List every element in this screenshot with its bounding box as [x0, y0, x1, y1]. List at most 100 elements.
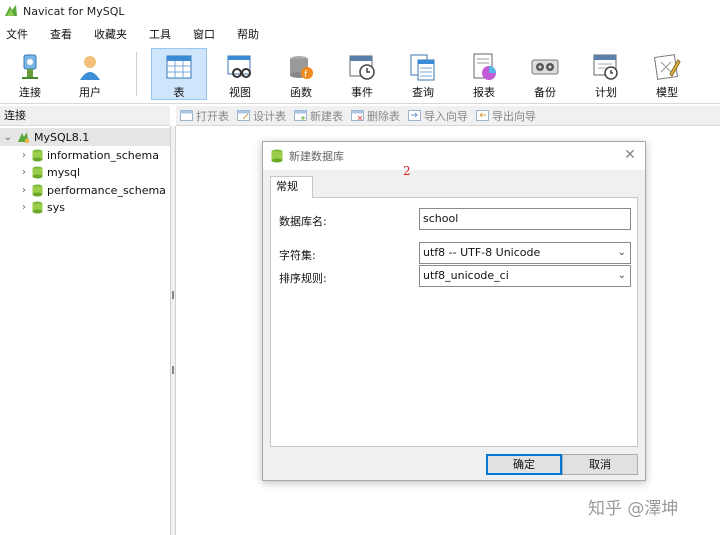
tree-connection-mysql81[interactable]: ⌄ MySQL8.1 — [0, 128, 170, 146]
new-table-icon — [294, 110, 307, 121]
schedule-button[interactable]: 计划 — [578, 48, 634, 100]
collation-select[interactable]: utf8_unicode_ci ⌄ — [419, 265, 631, 287]
delete-table-icon — [351, 110, 364, 121]
event-button[interactable]: 事件 — [334, 48, 390, 100]
db-name-label: 数据库名: — [279, 215, 327, 228]
title-bar: Navicat for MySQL — [0, 0, 720, 22]
chevron-right-icon[interactable]: › — [18, 202, 30, 213]
new-database-dialog: 新建数据库 2 ✕ 常规 数据库名: school 字符集: utf8 -- U… — [262, 141, 646, 481]
tree-db-label: information_schema — [47, 148, 159, 162]
report-label: 报表 — [473, 86, 495, 99]
tree-db-performance-schema[interactable]: › performance_schema — [18, 181, 170, 199]
query-label: 查询 — [412, 86, 434, 99]
menu-window[interactable]: 窗口 — [187, 26, 221, 42]
database-icon — [271, 149, 283, 163]
backup-button[interactable]: 备份 — [517, 48, 573, 100]
cancel-button[interactable]: 取消 — [562, 454, 638, 475]
toolbar-separator — [136, 52, 137, 96]
dialog-title: 新建数据库 — [289, 150, 344, 163]
menu-bar: 文件 查看 收藏夹 工具 窗口 帮助 — [0, 24, 720, 44]
database-icon — [32, 184, 43, 196]
schedule-icon — [590, 51, 622, 82]
backup-icon — [529, 51, 561, 82]
model-icon — [651, 51, 683, 82]
import-wizard-button[interactable]: 导入向导 — [408, 108, 468, 124]
export-wizard-label: 导出向导 — [492, 109, 536, 123]
charset-select[interactable]: utf8 -- UTF-8 Unicode ⌄ — [419, 242, 631, 264]
design-table-button[interactable]: 设计表 — [237, 108, 286, 124]
menu-favorites[interactable]: 收藏夹 — [88, 26, 133, 42]
model-button[interactable]: 模型 — [639, 48, 695, 100]
charset-value: utf8 -- UTF-8 Unicode — [423, 246, 541, 259]
collation-value: utf8_unicode_ci — [423, 269, 509, 282]
import-wizard-label: 导入向导 — [424, 109, 468, 123]
chevron-right-icon[interactable]: › — [18, 185, 30, 196]
schedule-label: 计划 — [595, 86, 617, 99]
menu-file[interactable]: 文件 — [0, 26, 34, 42]
splitter-grip-icon — [172, 291, 174, 299]
connect-label: 连接 — [19, 86, 41, 99]
export-wizard-button[interactable]: 导出向导 — [476, 108, 536, 124]
tree-connection-label: MySQL8.1 — [34, 130, 90, 144]
function-button[interactable]: f 函数 — [273, 48, 329, 100]
window-title: Navicat for MySQL — [23, 4, 125, 18]
user-button[interactable]: 用户 — [62, 48, 118, 100]
collation-label: 排序规则: — [279, 272, 327, 285]
object-toolbar: 打开表 设计表 新建表 删除表 导入向导 导出向导 — [176, 106, 720, 126]
chevron-right-icon[interactable]: › — [18, 150, 30, 161]
splitter-grip-icon — [172, 366, 174, 374]
menu-view[interactable]: 查看 — [44, 26, 78, 42]
tab-general[interactable]: 常规 — [270, 176, 313, 198]
report-icon — [468, 51, 500, 82]
delete-table-button[interactable]: 删除表 — [351, 108, 400, 124]
main-toolbar: 连接 用户 表 视图 f 函数 事件 查询 报表 备份 计划 模型 — [0, 46, 720, 104]
charset-label: 字符集: — [279, 249, 316, 262]
chevron-right-icon[interactable]: › — [18, 167, 30, 178]
chevron-down-icon[interactable]: ⌄ — [2, 132, 14, 143]
tree-db-sys[interactable]: › sys — [18, 198, 170, 216]
delete-table-label: 删除表 — [367, 109, 400, 123]
function-icon: f — [285, 51, 317, 82]
database-icon — [32, 149, 43, 161]
new-table-button[interactable]: 新建表 — [294, 108, 343, 124]
user-label: 用户 — [79, 86, 101, 99]
chevron-down-icon: ⌄ — [617, 270, 626, 281]
design-table-icon — [237, 110, 250, 121]
connect-icon — [14, 51, 46, 82]
navicat-logo-icon — [5, 5, 17, 16]
close-icon[interactable]: ✕ — [623, 148, 637, 162]
connection-tree: ⌄ MySQL8.1 › information_schema › mysql … — [0, 126, 170, 535]
model-label: 模型 — [656, 86, 678, 99]
tree-db-label: performance_schema — [47, 183, 166, 197]
connect-button[interactable]: 连接 — [2, 48, 58, 100]
general-panel: 数据库名: school 字符集: utf8 -- UTF-8 Unicode … — [270, 197, 638, 447]
annotation-step-number: 2 — [403, 164, 411, 178]
connection-icon — [18, 132, 29, 143]
tree-db-information-schema[interactable]: › information_schema — [18, 146, 170, 164]
event-icon — [346, 51, 378, 82]
open-table-icon — [180, 110, 193, 121]
database-icon — [32, 166, 43, 178]
table-button[interactable]: 表 — [151, 48, 207, 100]
watermark: 知乎 @澤坤 — [588, 499, 679, 519]
view-icon — [224, 51, 256, 82]
tree-db-mysql[interactable]: › mysql — [18, 163, 170, 181]
menu-tools[interactable]: 工具 — [143, 26, 177, 42]
table-label: 表 — [173, 86, 185, 99]
report-button[interactable]: 报表 — [456, 48, 512, 100]
view-button[interactable]: 视图 — [212, 48, 268, 100]
ok-button[interactable]: 确定 — [486, 454, 562, 475]
import-wizard-icon — [408, 110, 421, 121]
tree-db-label: mysql — [47, 165, 80, 179]
event-label: 事件 — [351, 86, 373, 99]
export-wizard-icon — [476, 110, 489, 121]
menu-help[interactable]: 帮助 — [231, 26, 265, 42]
connection-panel-header: 连接 — [0, 106, 170, 126]
db-name-input[interactable]: school — [419, 208, 631, 230]
new-table-label: 新建表 — [310, 109, 343, 123]
dialog-title-bar[interactable]: 新建数据库 2 — [263, 142, 645, 178]
query-button[interactable]: 查询 — [395, 48, 451, 100]
open-table-button[interactable]: 打开表 — [180, 108, 229, 124]
open-table-label: 打开表 — [196, 109, 229, 123]
query-icon — [407, 51, 439, 82]
